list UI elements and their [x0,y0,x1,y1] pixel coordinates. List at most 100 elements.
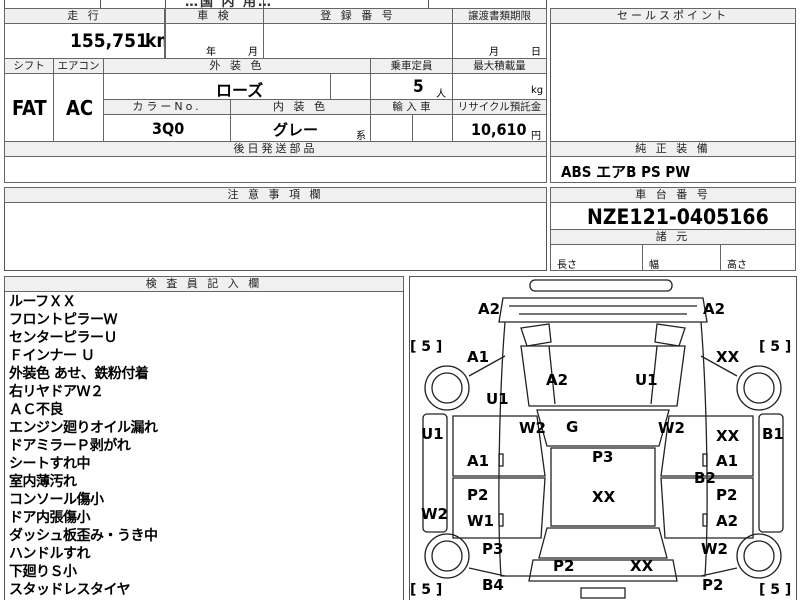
mark-left-front-door: A1 [467,452,490,470]
dimensions-header: 諸 元 [550,229,796,245]
tire-bracket-rear-right: [ 5 ] [759,582,792,598]
import-header: 輸 入 車 [370,99,453,115]
interior-color-value: グレー [273,121,319,139]
exterior-color-extra-cell [330,73,371,100]
inspection-header: 車 検 [165,8,264,24]
color-no-cell: 3Q0 [103,114,231,142]
registration-cell [263,23,453,59]
aircon-header: エアコン [53,58,104,74]
top-partial-divider [428,0,429,8]
mark-right-rear-fender: W2 [701,540,728,558]
rear-plate [580,587,626,599]
shift-cell: FAT [4,73,54,142]
standard-equipment-header: 純 正 装 備 [550,141,796,157]
remark-line: ドアミラーＰ剥がれ [9,438,131,454]
dim-length-cell: 長さ [550,244,643,271]
aircon-cell: AC [53,73,104,142]
mark-left-headlight-area: U1 [486,390,509,408]
tire-bracket-front-right: [ 5 ] [759,339,792,355]
transfer-month-label: 月 [489,47,499,58]
standard-equipment-value: ABS エアB PS PW [561,163,691,181]
dim-height-label: 高さ [727,260,747,271]
mark-hood-left: A2 [546,371,569,389]
mark-right-front-door-a: A1 [716,452,739,470]
recycle-cell: 10,610 円 [452,114,547,142]
mark-right-front-door-b: B2 [694,469,716,487]
recycle-header: リサイクル預託金 [452,99,547,115]
transfer-day-label: 日 [531,47,541,58]
windshield [536,409,670,447]
remark-line: 外装色 あせ、鉄粉付着 [9,366,149,382]
dim-width-label: 幅 [649,260,659,271]
remark-line: エンジン廻りオイル漏れ [9,420,158,436]
mark-left-pillar: W2 [519,419,546,437]
transfer-deadline-header: 譲渡書類期限 [452,8,547,24]
dim-height-cell: 高さ [720,244,796,271]
sales-point-header: セールスポイント [550,8,796,24]
mark-roof: P3 [592,448,614,466]
dim-width-cell: 幅 [642,244,721,271]
front-bumper [498,297,708,323]
recycle-unit: 円 [531,131,541,142]
aircon-value: AC [66,96,94,120]
inspector-notes-header: 検 査 員 記 入 欄 [4,276,404,292]
remark-line: シートすれ中 [9,456,90,472]
remark-line: ダッシュ板歪み・うき中 [9,528,158,544]
mark-left-side-lower: W2 [421,505,448,523]
recycle-value: 10,610 [471,120,527,139]
mark-left-side-inner: U1 [421,425,444,443]
color-no-value: 3Q0 [152,119,185,138]
remark-line: ドア内張傷小 [9,510,90,526]
remark-line: ハンドルすれ [9,546,90,562]
mark-front-bumper-right: A2 [703,300,726,318]
mark-roof-center: XX [592,488,616,506]
interior-color-header: 内 装 色 [230,99,371,115]
top-partial-row [4,0,547,8]
import-cell-a [370,114,413,142]
inspector-remarks-list: ルーフＸＸ フロントピラーＷ センターピラーＵ Ｆインナー Ｕ 外装色 あせ、鉄粉付着右… [9,293,158,599]
capacity-unit: 人 [436,89,446,100]
max-load-unit: kg [531,85,544,96]
right-headlight [654,323,686,347]
capacity-cell: 5 人 [370,73,453,100]
mark-right-rear-door-a: P2 [716,486,738,504]
mark-trunk-right: XX [630,557,654,575]
mark-left-rear-door-a: P2 [467,486,489,504]
remark-line: 室内薄汚れ [9,474,77,490]
left-headlight [520,323,552,347]
chassis-value: NZE121-0405166 [587,205,769,229]
remark-line: Ｆインナー Ｕ [9,348,95,364]
inspection-year-label: 年 [206,47,216,58]
shift-header: シフト [4,58,54,74]
remark-line: コンソール傷小 [9,492,104,508]
import-cell-b [412,114,453,142]
exterior-color-cell: ローズ [103,73,331,100]
mark-left-rear-fender: P3 [482,540,504,558]
shift-value: FAT [12,96,47,120]
mark-right-front-fender: XX [716,348,740,366]
tire-bracket-rear-left: [ 5 ] [410,582,443,598]
capacity-value: 5 [413,77,424,97]
notes-header: 注 意 事 項 欄 [4,187,547,203]
mileage-unit: km [145,30,164,52]
remark-line: スタッドレスタイヤ [9,582,131,598]
mark-left-front-fender: A1 [467,348,490,366]
mark-hood-right: U1 [635,371,658,389]
inspection-month-label: 月 [248,47,258,58]
capacity-header: 乗車定員 [370,58,453,74]
mark-trunk-left: P2 [553,557,575,575]
remark-line: センターピラーＵ [9,330,117,346]
mileage-value: 155,751 [70,30,148,52]
mark-left-rear-door-b: W1 [467,512,494,530]
front-bumper-bar [529,279,673,292]
inspection-cell: 年 月 [165,23,264,59]
interior-color-cell: グレー 系 [230,114,371,142]
dim-length-label: 長さ [557,260,577,271]
standard-equipment-cell: ABS エアB PS PW [550,156,796,183]
mark-windshield: G [566,418,579,436]
mark-right-rear-bumper: P2 [702,576,724,594]
remark-line: 下廻りＳ小 [9,564,77,580]
rear-window [538,527,668,559]
remark-line: フロントピラーＷ [9,312,117,328]
mark-front-bumper-left: A2 [478,300,501,318]
